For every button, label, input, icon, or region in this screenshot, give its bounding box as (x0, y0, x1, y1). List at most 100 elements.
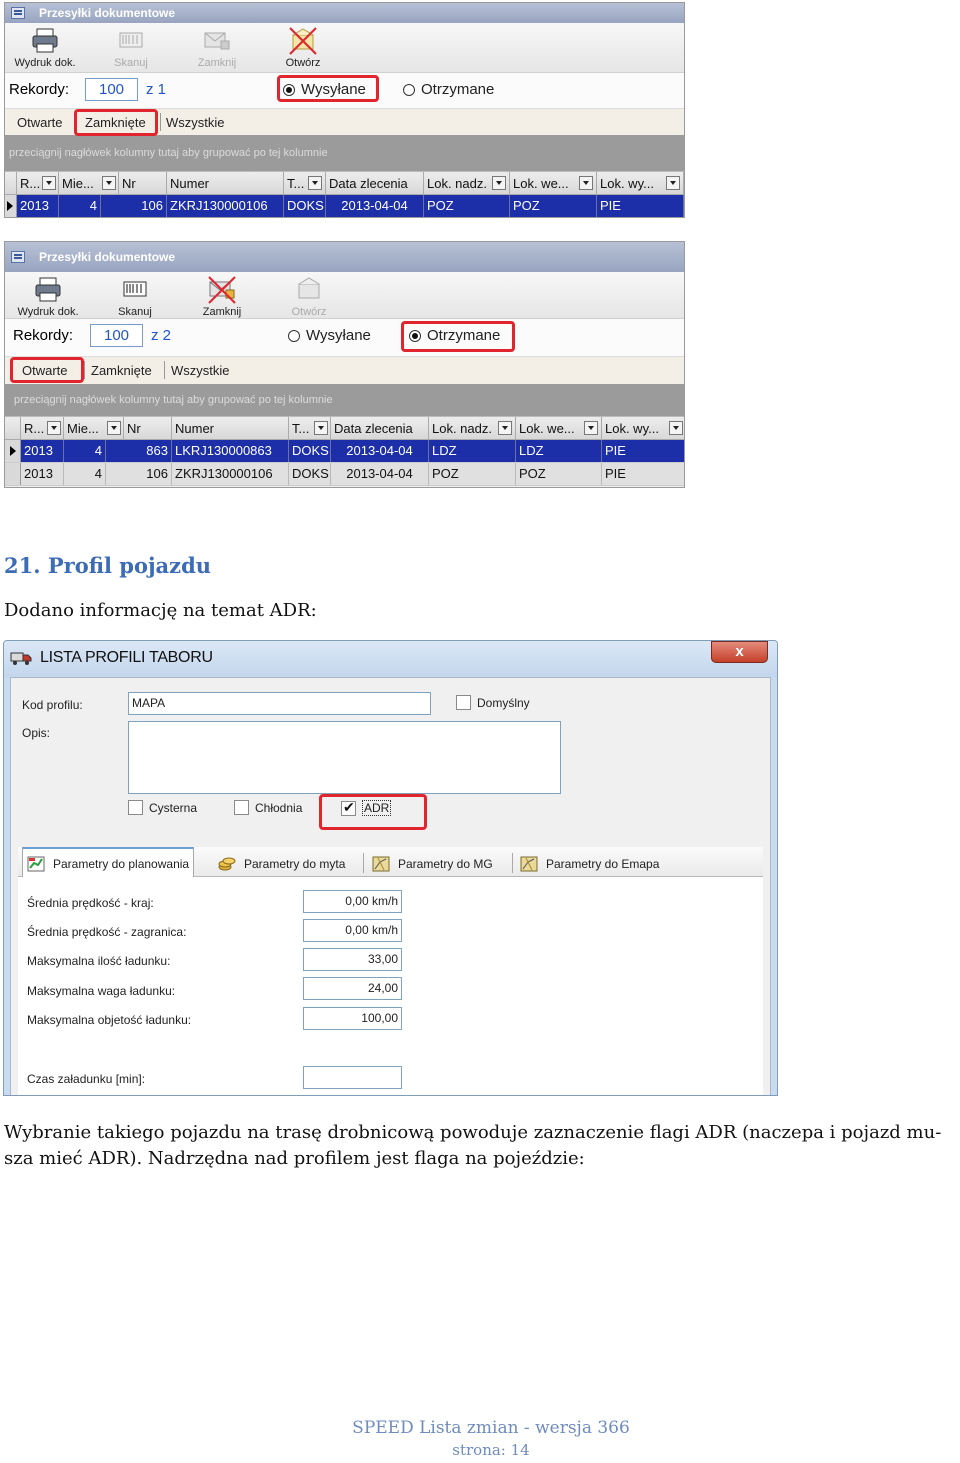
cold-storage-checkbox[interactable]: Chłodnia (234, 800, 302, 815)
truck-icon (10, 652, 32, 665)
records-input[interactable]: 100 (90, 324, 143, 347)
filter-dropdown-icon[interactable] (579, 176, 593, 190)
table-row[interactable]: 2013 4 863 LKRJ130000863 DOKS 2013-04-04… (5, 440, 684, 463)
filter-dropdown-icon[interactable] (666, 176, 680, 190)
column-header[interactable]: Numer (172, 417, 289, 440)
filter-dropdown-icon[interactable] (314, 421, 328, 435)
filter-dropdown-icon[interactable] (492, 176, 506, 190)
param-label: Średnia prędkość - kraj: (27, 896, 154, 910)
close-shipment-button[interactable]: Zamknij (177, 27, 257, 69)
table-row[interactable]: 2013 4 106 ZKRJ130000106 DOKS 2013-04-04… (5, 195, 684, 217)
group-by-area[interactable]: przeciągnij nagłówek kolumny tutaj aby g… (5, 135, 684, 171)
description-label: Opis: (22, 726, 51, 740)
records-count: z 1 (146, 81, 167, 98)
current-row-icon (10, 446, 16, 456)
open-shipment-button[interactable]: Otwórz (263, 27, 343, 69)
filter-dropdown-icon[interactable] (669, 421, 683, 435)
adr-checkbox[interactable]: ADR (341, 799, 392, 816)
code-label: Kod profilu: (22, 698, 83, 712)
records-input[interactable]: 100 (85, 78, 138, 101)
section-heading: 21. Profil pojazdu (4, 553, 212, 578)
tab-toll-params[interactable]: Parametry do myta (214, 851, 349, 877)
scan-button[interactable]: Skanuj (91, 27, 171, 69)
fleet-profile-dialog: LISTA PROFILI TABORU x Kod profilu: MAPA… (3, 640, 778, 1096)
load-time-label: Czas załadunku [min]: (27, 1072, 146, 1086)
close-shipment-button[interactable]: Zamknij (182, 276, 262, 318)
dialog-titlebar: LISTA PROFILI TABORU x (4, 641, 777, 677)
avg-speed-domestic-input[interactable]: 0,00 km/h (303, 890, 402, 913)
tab-planning-params[interactable]: Parametry do planowania (22, 847, 195, 878)
filter-dropdown-icon[interactable] (308, 176, 322, 190)
table-row[interactable]: 2013 4 106 ZKRJ130000106 DOKS 2013-04-04… (5, 463, 684, 486)
column-header[interactable]: Numer (167, 172, 284, 195)
max-load-weight-input[interactable]: 24,00 (303, 977, 402, 1000)
tab-separator (363, 853, 364, 873)
filter-dropdown-icon[interactable] (584, 421, 598, 435)
open-shipment-button[interactable]: Otwórz (269, 276, 349, 318)
grid-header: R... Mie... Nr Numer T... Data zlecenia … (5, 416, 684, 440)
tab-emapa-params[interactable]: Parametry do Emapa (516, 851, 663, 877)
records-count: z 2 (151, 327, 172, 344)
print-button[interactable]: Wydruk dok. (5, 27, 85, 69)
filter-dropdown-icon[interactable] (47, 421, 61, 435)
filter-dropdown-icon[interactable] (42, 176, 56, 190)
checkbox-empty-icon (234, 800, 249, 815)
radio-received[interactable]: Otrzymane (409, 327, 500, 344)
tab-mg-params[interactable]: Parametry do MG (368, 851, 497, 877)
planning-params-panel: Średnia prędkość - kraj: 0,00 km/h Średn… (18, 877, 763, 1095)
tab-separator (164, 361, 165, 379)
barcode-icon (119, 32, 143, 48)
map-icon (372, 856, 390, 872)
tank-checkbox[interactable]: Cysterna (128, 800, 197, 815)
group-by-area[interactable]: przeciągnij nagłówek kolumny tutaj aby g… (5, 384, 684, 416)
records-bar: Rekordy: 100 z 1 Wysyłane Otrzymane (5, 73, 684, 108)
current-row-icon (7, 201, 13, 211)
close-button[interactable]: x (711, 641, 768, 663)
tab-open[interactable]: Otwarte (17, 115, 63, 130)
param-label: Maksymalna ilość ładunku: (27, 954, 171, 968)
radio-sent[interactable]: Wysyłane (283, 81, 366, 98)
radio-sent[interactable]: Wysyłane (288, 327, 371, 344)
max-load-quantity-input[interactable]: 33,00 (303, 948, 402, 971)
scan-button[interactable]: Skanuj (95, 276, 175, 318)
status-tabs: Otwarte Zamknięte Wszystkie (5, 356, 684, 384)
barcode-icon (123, 281, 147, 297)
shipments-panel-received: Przesyłki dokumentowe Wydruk dok. Skanuj… (4, 241, 685, 488)
print-button[interactable]: Wydruk dok. (8, 276, 88, 318)
printer-icon (35, 277, 61, 302)
shipments-panel-sent: Przesyłki dokumentowe Wydruk dok. Skanuj… (4, 2, 685, 218)
description-textarea[interactable] (128, 721, 561, 794)
checkbox-empty-icon (128, 800, 143, 815)
load-time-input[interactable] (303, 1066, 402, 1089)
window-icon (11, 251, 25, 263)
filter-dropdown-icon[interactable] (498, 421, 512, 435)
footer-title: SPEED Lista zmian - wersja 366 (352, 1418, 630, 1438)
default-checkbox[interactable]: Domyślny (456, 695, 530, 710)
body-text-line: sza mieć ADR). Nadrzędna nad profilem je… (4, 1148, 585, 1169)
radio-empty-icon (403, 83, 415, 96)
tab-all[interactable]: Wszystkie (171, 363, 230, 378)
checkbox-checked-icon (341, 799, 356, 816)
tab-separator (160, 113, 161, 131)
column-header[interactable]: Data zlecenia (331, 417, 429, 440)
column-header[interactable]: Nr (119, 172, 167, 195)
max-load-volume-input[interactable]: 100,00 (303, 1007, 402, 1030)
radio-received[interactable]: Otrzymane (403, 81, 494, 98)
filter-dropdown-icon[interactable] (102, 176, 116, 190)
tab-all[interactable]: Wszystkie (166, 115, 225, 130)
avg-speed-abroad-input[interactable]: 0,00 km/h (303, 919, 402, 942)
row-header-corner (5, 172, 17, 195)
toolbar: Wydruk dok. Skanuj Zamknij Otwórz (5, 272, 684, 319)
map-icon (520, 856, 538, 872)
column-header[interactable]: Nr (124, 417, 172, 440)
status-tabs: Otwarte Zamknięte Wszystkie (5, 108, 684, 136)
filter-dropdown-icon[interactable] (107, 421, 121, 435)
code-input[interactable]: MAPA (128, 692, 431, 715)
column-header[interactable]: Data zlecenia (326, 172, 424, 195)
tab-closed[interactable]: Zamknięte (91, 363, 152, 378)
intro-text: Dodano informację na temat ADR: (4, 600, 317, 621)
radio-empty-icon (288, 329, 300, 342)
tab-closed[interactable]: Zamknięte (85, 115, 146, 130)
tab-open[interactable]: Otwarte (22, 363, 68, 378)
tab-separator (75, 113, 76, 131)
